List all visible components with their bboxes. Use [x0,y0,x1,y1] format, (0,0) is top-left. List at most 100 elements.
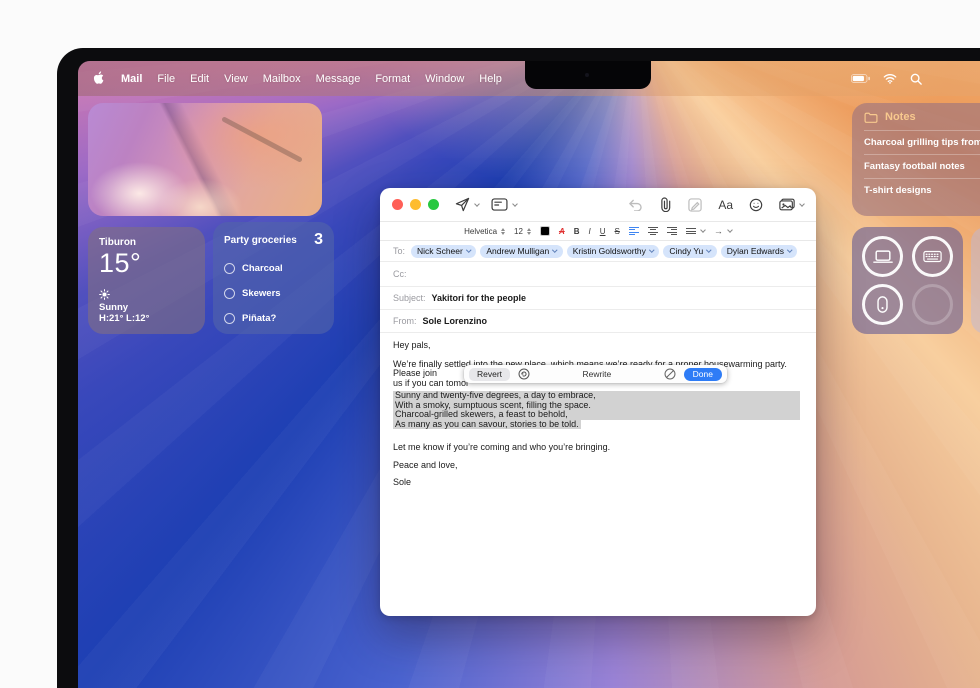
checkbox-circle-icon[interactable] [224,313,235,324]
recipient-chip[interactable]: Dylan Edwards [720,244,798,258]
chip-chevron-icon [787,247,793,252]
photos-widget[interactable] [88,103,322,216]
menu-item-file[interactable]: File [157,73,175,85]
stop-icon[interactable] [664,368,676,380]
from-field[interactable]: From: Sole Lorenzino [380,310,816,333]
font-family-select[interactable]: Helvetica [464,227,506,236]
menu-item-edit[interactable]: Edit [190,73,209,85]
reminders-widget[interactable]: Party groceries 3 Charcoal Skewers Piñat… [213,222,334,334]
list-style-button[interactable] [685,227,706,234]
cc-label: Cc: [393,269,407,279]
undo-icon [628,199,643,211]
emoji-icon[interactable] [749,198,763,212]
poem-line: As many as you can savour, stories to be… [393,418,581,429]
send-options-chevron-icon[interactable] [474,200,480,207]
note-item[interactable]: Fantasy football notes [864,154,980,178]
subject-label: Subject: [393,293,426,303]
bold-button[interactable]: B [574,227,580,236]
keyboard-icon[interactable] [912,236,953,277]
notes-widget[interactable]: Notes Charcoal grilling tips from Sh Fan… [852,103,980,216]
weather-condition: Sunny [99,302,129,313]
apple-menu-icon[interactable] [93,71,106,86]
reminder-item[interactable]: Charcoal [224,263,323,274]
menu-item-message[interactable]: Message [316,73,361,85]
menu-status-area [851,73,980,85]
align-left-icon[interactable] [628,226,639,236]
font-size-select[interactable]: 12 [514,227,531,236]
search-icon[interactable] [910,73,922,85]
rewrite-again-icon[interactable] [518,368,530,380]
checkbox-circle-icon[interactable] [224,263,235,274]
reminder-label: Piñata? [242,313,277,324]
to-field[interactable]: To: Nick Scheer Andrew Mulligan Kristin … [380,241,816,262]
to-label: To: [393,246,406,256]
recipient-chip[interactable]: Nick Scheer [411,244,477,258]
menu-item-view[interactable]: View [224,73,248,85]
checkbox-circle-icon[interactable] [224,288,235,299]
stepper-icon [526,227,531,235]
header-fields-chevron-icon[interactable] [512,200,518,207]
weather-city: Tiburon [99,237,137,248]
minimize-button[interactable] [410,199,421,210]
align-right-icon[interactable] [666,226,677,236]
note-item[interactable]: Charcoal grilling tips from Sh [864,130,980,154]
from-value: Sole Lorenzino [422,316,488,326]
recipient-chip[interactable]: Kristin Goldsworthy [566,244,660,258]
reminder-item[interactable]: Skewers [224,288,323,299]
recipient-chip[interactable]: Andrew Mulligan [480,244,563,258]
laptop-icon[interactable] [862,236,903,277]
photos-icon[interactable] [779,198,795,211]
menu-item-format[interactable]: Format [375,73,410,85]
revert-button[interactable]: Revert [469,367,511,381]
attach-icon[interactable] [659,197,672,212]
send-icon[interactable] [455,197,470,212]
menu-app-name[interactable]: Mail [121,73,142,85]
reminder-item[interactable]: Piñata? [224,313,323,324]
reminder-label: Charcoal [242,263,283,274]
italic-button[interactable]: I [589,227,591,236]
folder-icon [864,112,878,123]
cc-field[interactable]: Cc: [380,262,816,287]
recipient-chip[interactable]: Cindy Yu [663,244,717,258]
reminders-count: 3 [314,231,323,248]
weather-widget[interactable]: Tiburon 15° Sunny H:21° L:12° [88,227,205,334]
chip-chevron-icon [466,247,472,252]
subject-field[interactable]: Subject: Yakitori for the people [380,287,816,310]
mouse-icon[interactable] [862,284,903,325]
wifi-icon[interactable] [883,73,897,84]
zoom-button[interactable] [428,199,439,210]
body-greeting: Hey pals, [393,340,431,350]
indent-button[interactable]: → [714,226,733,236]
font-color-icon[interactable]: A [559,227,565,236]
empty-device-slot [912,284,953,325]
reminders-title: Party groceries [224,234,297,246]
header-fields-icon[interactable] [491,198,508,211]
from-label: From: [393,316,417,326]
strikethrough-button[interactable]: S [615,227,620,236]
camera-dot [585,73,589,77]
done-button[interactable]: Done [683,367,722,381]
photos-chevron-icon[interactable] [799,200,805,207]
underline-button[interactable]: U [600,227,606,236]
text-color-swatch[interactable] [539,226,550,236]
rewritten-text-highlight: Sunny and twenty-five degrees, a day to … [393,390,800,429]
align-center-icon[interactable] [647,226,658,236]
menu-item-help[interactable]: Help [479,73,502,85]
display-notch [525,61,651,89]
photo-detail [220,116,303,163]
subject-value: Yakitori for the people [431,293,527,303]
weather-high-low: H:21° L:12° [99,313,150,324]
devices-widget[interactable] [852,227,963,334]
close-button[interactable] [392,199,403,210]
mail-compose-window: Aa Helvetica 12 A B I U S → To: Nick Sch… [380,188,816,616]
note-item[interactable]: T-shirt designs [864,178,980,202]
battery-icon[interactable] [851,74,870,83]
menu-item-window[interactable]: Window [425,73,464,85]
photo-browser-group[interactable] [779,198,805,211]
body-signature: Sole [393,477,412,487]
chip-chevron-icon [706,247,712,252]
message-body[interactable]: Hey pals, We’re finally settled into the… [380,333,816,488]
menu-item-mailbox[interactable]: Mailbox [263,73,301,85]
writing-tools-bar: Revert Rewrite Done [464,365,727,383]
format-aa-icon[interactable]: Aa [718,198,733,212]
